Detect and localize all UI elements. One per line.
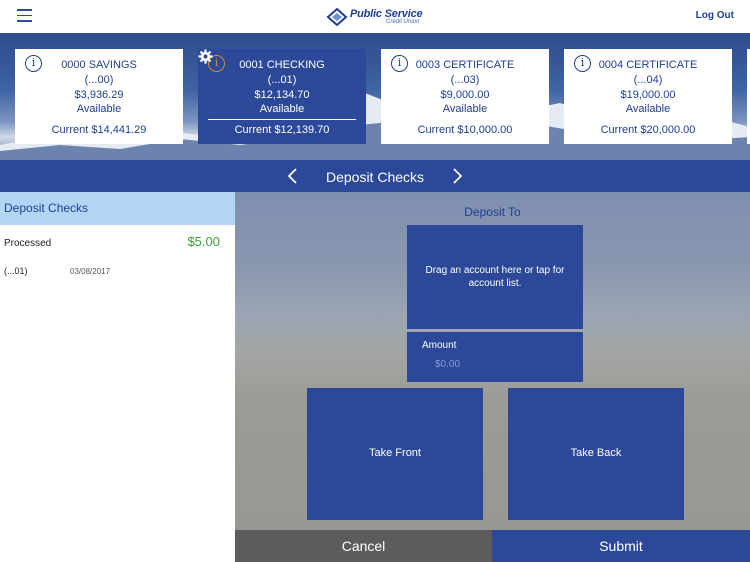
account-name: 0001 CHECKING bbox=[239, 59, 325, 71]
account-available-balance: $12,134.70 bbox=[254, 89, 310, 101]
account-name: 0000 SAVINGS bbox=[61, 59, 137, 71]
account-available-balance: $19,000.00 bbox=[620, 89, 676, 101]
account-mask: (...04) bbox=[633, 74, 663, 86]
deposit-amount: $5.00 bbox=[187, 234, 220, 249]
account-card-certificate-03[interactable]: i 0003 CERTIFICATE (...03) $9,000.00 Ava… bbox=[381, 49, 549, 144]
submit-button[interactable]: Submit bbox=[492, 530, 750, 562]
logout-button[interactable]: Log Out bbox=[696, 10, 734, 21]
take-front-button[interactable]: Take Front bbox=[307, 388, 483, 520]
divider bbox=[208, 119, 356, 120]
app-header: Public Service Credit Union Log Out bbox=[0, 0, 750, 33]
deposit-status: Processed bbox=[4, 238, 52, 249]
account-available-label: Available bbox=[259, 103, 305, 115]
account-mask: (...01) bbox=[267, 74, 297, 86]
chevron-right-icon[interactable] bbox=[449, 167, 465, 185]
account-current-balance: Current $12,139.70 bbox=[234, 124, 330, 136]
account-available-label: Available bbox=[442, 103, 488, 115]
account-drop-zone[interactable]: Drag an account here or tap for account … bbox=[407, 225, 583, 329]
deposit-form-panel: Deposit To Drag an account here or tap f… bbox=[235, 192, 750, 530]
amount-field: Amount bbox=[407, 332, 583, 382]
account-mask: (...00) bbox=[84, 74, 114, 86]
account-current-balance: Current $14,441.29 bbox=[51, 124, 147, 136]
account-mask: (...03) bbox=[450, 74, 480, 86]
account-name: 0004 CERTIFICATE bbox=[598, 59, 698, 71]
deposit-account: (...01) bbox=[4, 266, 28, 276]
account-card-certificate-04[interactable]: i 0004 CERTIFICATE (...04) $19,000.00 Av… bbox=[564, 49, 732, 144]
deposit-history-header: Deposit Checks bbox=[0, 192, 235, 225]
account-name: 0003 CERTIFICATE bbox=[415, 59, 515, 71]
deposit-history-panel: Deposit Checks Processed $5.00 (...01) 0… bbox=[0, 192, 235, 562]
accounts-carousel: i 0000 SAVINGS (...00) $3,936.29 Availab… bbox=[0, 33, 750, 160]
account-available-balance: $3,936.29 bbox=[74, 89, 124, 101]
amount-input[interactable] bbox=[435, 356, 565, 372]
deposit-date: 03/08/2017 bbox=[70, 267, 111, 276]
account-current-balance: Current $10,000.00 bbox=[417, 124, 513, 136]
account-available-balance: $9,000.00 bbox=[440, 89, 490, 101]
section-title-bar: Deposit Checks bbox=[0, 160, 750, 192]
logo-mark-icon bbox=[326, 8, 348, 26]
hamburger-icon[interactable] bbox=[17, 9, 32, 22]
take-back-button[interactable]: Take Back bbox=[508, 388, 684, 520]
deposit-to-label: Deposit To bbox=[464, 205, 521, 219]
account-card-savings[interactable]: i 0000 SAVINGS (...00) $3,936.29 Availab… bbox=[15, 49, 183, 144]
amount-label: Amount bbox=[422, 340, 457, 351]
cancel-button[interactable]: Cancel bbox=[235, 530, 492, 562]
logo-subtitle: Credit Union bbox=[386, 19, 420, 25]
account-available-label: Available bbox=[625, 103, 671, 115]
page-title: Deposit Checks bbox=[325, 169, 425, 185]
account-available-label: Available bbox=[76, 103, 122, 115]
logo: Public Service Credit Union bbox=[326, 7, 436, 29]
account-card-checking[interactable]: i 0001 CHECKING (...01) $12,134.70 Avail… bbox=[198, 49, 366, 144]
account-current-balance: Current $20,000.00 bbox=[600, 124, 696, 136]
